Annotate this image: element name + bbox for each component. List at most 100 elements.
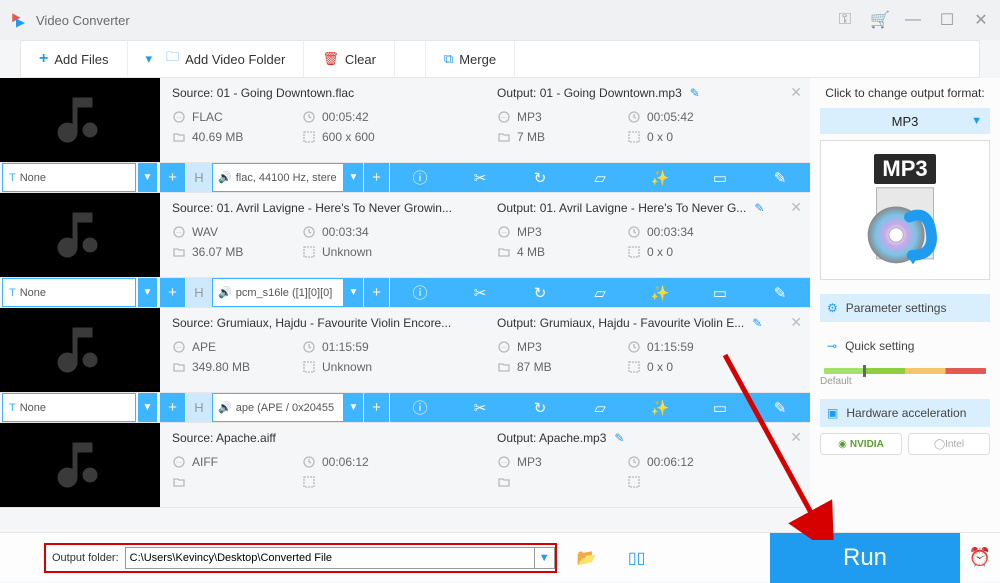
text-icon: T [9,287,16,299]
edit-icon[interactable]: ✎ [754,201,764,215]
minimize-icon[interactable]: — [904,11,922,29]
file-row: Source: Apache.aiff ⋯AIFF00:06:12 ✕ Outp… [0,423,810,508]
subtitle-track-select[interactable]: TNone [2,278,136,307]
audio-track-select[interactable]: 🔊pcm_s16le ([1][0][0] [212,278,344,307]
meta-cell: ⋯MP3 [497,110,607,124]
tool-4[interactable]: ✨ [644,169,676,187]
tool-4[interactable]: ✨ [644,399,676,417]
cart-icon[interactable]: 🛒 [870,10,888,30]
thumbnail[interactable] [0,78,160,162]
tool-0[interactable]: ⓘ [404,282,436,303]
remove-icon[interactable]: ✕ [790,84,802,101]
source-label: Source: 01. Avril Lavigne - Here's To Ne… [172,201,473,215]
schedule-icon[interactable]: ⏰ [960,547,1000,568]
format-preview[interactable]: MP3 [820,140,990,280]
edit-tools: ⓘ ✂ ↻ ▱ ✨ ▭ ✎ [390,278,810,307]
add-audio-button[interactable]: + [364,163,390,192]
subtitle-track-select[interactable]: TNone [2,393,136,422]
add-audio-button[interactable]: + [364,278,390,307]
maximize-icon[interactable]: ☐ [938,10,956,30]
license-icon[interactable]: ⚿ [836,11,854,29]
meta-cell: 36.07 MB [172,245,282,259]
output-label: Output: 01. Avril Lavigne - Here's To Ne… [497,201,798,215]
tool-3[interactable]: ▱ [584,169,616,187]
browse-folder-icon[interactable]: 📂 [567,548,607,568]
control-row: TNone ▼ + H 🔊flac, 44100 Hz, stere ▼ + ⓘ… [0,163,810,193]
meta-cell: 0 x 0 [627,130,737,144]
quick-setting-button[interactable]: ⊸Quick setting [820,332,990,360]
tool-1[interactable]: ✂ [464,399,496,417]
tool-3[interactable]: ▱ [584,399,616,417]
h-toggle[interactable]: H [186,393,212,422]
tool-2[interactable]: ↻ [524,399,556,417]
edit-icon[interactable]: ✎ [752,316,762,330]
text-icon: T [9,402,16,414]
thumbnail[interactable] [0,308,160,392]
output-folder-input[interactable] [125,547,535,569]
add-subtitle-button[interactable]: + [160,163,186,192]
chevron-down-icon: ▼ [971,115,982,127]
h-toggle[interactable]: H [186,278,212,307]
chevron-down-icon[interactable]: ▼ [344,163,364,192]
subtitle-track-select[interactable]: TNone [2,163,136,192]
tool-3[interactable]: ▱ [584,284,616,302]
tool-6[interactable]: ✎ [764,284,796,302]
add-subtitle-button[interactable]: + [160,393,186,422]
audio-track-select[interactable]: 🔊flac, 44100 Hz, stere [212,163,344,192]
remove-icon[interactable]: ✕ [790,429,802,446]
merge-icon: ⧉ [444,51,453,67]
tool-5[interactable]: ▭ [704,399,736,417]
add-subtitle-button[interactable]: + [160,278,186,307]
add-audio-button[interactable]: + [364,393,390,422]
tool-0[interactable]: ⓘ [404,397,436,418]
control-row: TNone ▼ + H 🔊pcm_s16le ([1][0][0] ▼ + ⓘ ✂… [0,278,810,308]
svg-text:⋯: ⋯ [176,231,182,237]
format-selector[interactable]: MP3▼ [820,108,990,134]
remove-icon[interactable]: ✕ [790,314,802,331]
meta-cell: 600 x 600 [302,130,412,144]
tool-2[interactable]: ↻ [524,169,556,187]
slider-thumb[interactable] [863,365,866,377]
chevron-down-icon[interactable]: ▼ [138,393,158,422]
chevron-down-icon[interactable]: ▼ [344,393,364,422]
chevron-down-icon[interactable]: ▼ [535,547,555,569]
tool-6[interactable]: ✎ [764,169,796,187]
meta-cell: 01:15:59 [627,340,737,354]
tool-2[interactable]: ↻ [524,284,556,302]
meta-cell: 4 MB [497,245,607,259]
add-files-button[interactable]: +Add Files [21,41,128,77]
tool-0[interactable]: ⓘ [404,167,436,188]
titlebar: Video Converter ⚿ 🛒 — ☐ ✕ [0,0,1000,40]
remove-icon[interactable]: ✕ [790,199,802,216]
tool-1[interactable]: ✂ [464,169,496,187]
chevron-down-icon[interactable]: ▼ [138,278,158,307]
chip-icon: ▣ [827,406,838,420]
output-label: Output: Grumiaux, Hajdu - Favourite Viol… [497,316,798,330]
hardware-accel-button[interactable]: ▣Hardware acceleration [820,399,990,427]
run-button[interactable]: Run [770,533,960,583]
source-panel: Source: 01. Avril Lavigne - Here's To Ne… [160,193,485,277]
close-icon[interactable]: ✕ [972,10,990,30]
meta-cell: 87 MB [497,360,607,374]
thumbnail[interactable] [0,193,160,277]
tool-5[interactable]: ▭ [704,284,736,302]
thumbnail[interactable] [0,423,160,507]
tool-5[interactable]: ▭ [704,169,736,187]
chevron-down-icon[interactable]: ▼ [344,278,364,307]
audio-track-select[interactable]: 🔊ape (APE / 0x20455 [212,393,344,422]
open-output-icon[interactable]: ▯▯ [617,548,657,568]
edit-icon[interactable]: ✎ [614,431,624,445]
tool-6[interactable]: ✎ [764,399,796,417]
edit-icon[interactable]: ✎ [690,86,700,100]
clear-button[interactable]: 🗑Clear [304,41,395,77]
parameter-settings-button[interactable]: ⚙Parameter settings [820,294,990,322]
merge-button[interactable]: ⧉Merge [425,41,515,77]
file-row: Source: 01. Avril Lavigne - Here's To Ne… [0,193,810,278]
meta-cell: 0 x 0 [627,360,737,374]
h-toggle[interactable]: H [186,163,212,192]
tool-1[interactable]: ✂ [464,284,496,302]
quality-slider[interactable] [824,368,986,374]
add-folder-button[interactable]: ▾🗀Add Video Folder [128,41,305,77]
tool-4[interactable]: ✨ [644,284,676,302]
chevron-down-icon[interactable]: ▼ [138,163,158,192]
